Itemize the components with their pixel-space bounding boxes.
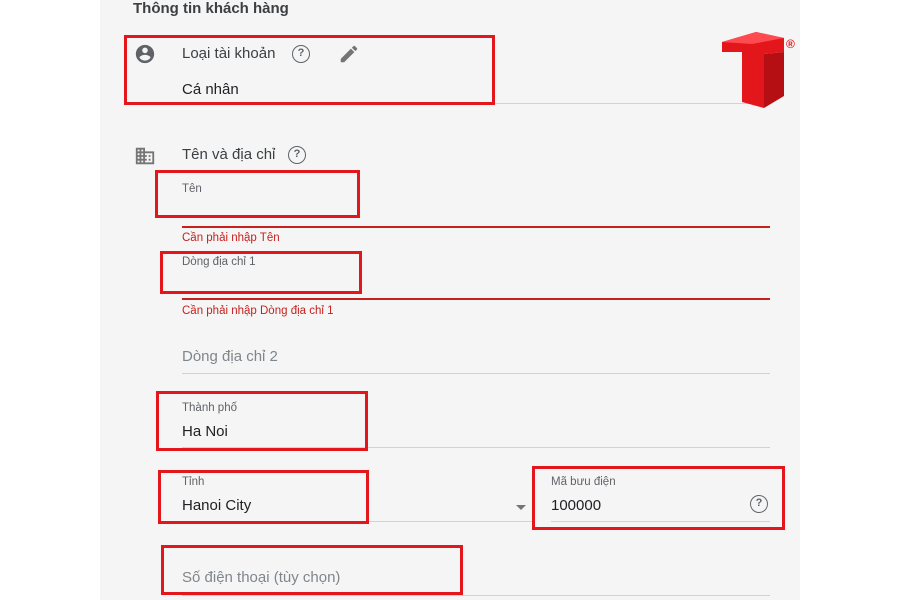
customer-info-panel: Thông tin khách hàng Loại tài khoản ? Cá… — [100, 0, 800, 600]
address1-field-underline — [182, 298, 770, 300]
address2-placeholder: Dòng địa chỉ 2 — [182, 348, 278, 365]
highlight-box-address1 — [160, 251, 362, 294]
name-field-error: Cần phải nhập Tên — [182, 232, 280, 244]
name-address-help-icon[interactable]: ? — [288, 146, 306, 164]
page: Thông tin khách hàng Loại tài khoản ? Cá… — [0, 0, 900, 600]
phone-field-underline — [182, 595, 770, 596]
section-title: Thông tin khách hàng — [133, 0, 289, 17]
address2-field[interactable]: Dòng địa chỉ 2 — [182, 342, 770, 372]
registered-mark: ® — [786, 37, 795, 51]
highlight-box-city — [156, 391, 368, 451]
chevron-down-icon — [516, 505, 526, 510]
name-field-underline — [182, 226, 770, 228]
address2-field-underline — [182, 373, 770, 374]
highlight-box-phone — [161, 545, 463, 595]
highlight-box-postal — [532, 466, 785, 530]
highlight-box-province — [158, 470, 369, 524]
building-icon — [134, 145, 156, 172]
highlight-box-name — [155, 170, 360, 218]
name-address-label: Tên và địa chỉ — [182, 146, 276, 163]
highlight-box-account-type — [124, 35, 495, 105]
customer-info-card: Thông tin khách hàng Loại tài khoản ? Cá… — [100, 0, 800, 600]
address1-field-error: Cần phải nhập Dòng địa chỉ 1 — [182, 305, 334, 317]
